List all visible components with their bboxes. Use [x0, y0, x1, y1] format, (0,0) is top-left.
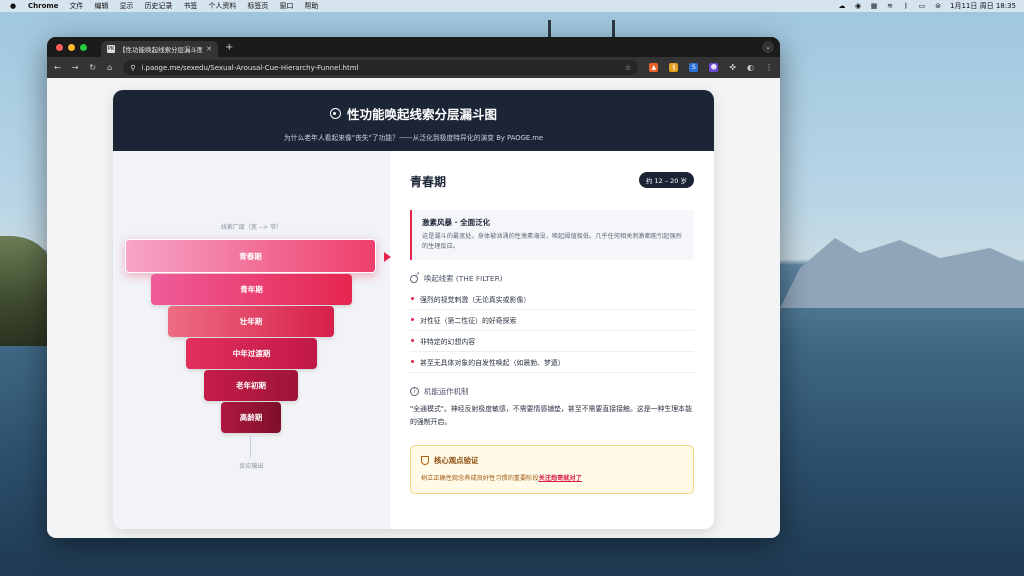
- cue-list: 强烈的视觉刺激（无论真实或影像） 对性征（第二性征）的好奇探索 非特定的幻想内容…: [410, 289, 694, 373]
- profile-avatar[interactable]: ◐: [747, 63, 754, 72]
- extensions-puzzle-icon[interactable]: ✜: [729, 63, 736, 72]
- list-item: 甚至无具体对象的自发性唤起（如晨勃、梦遗）: [410, 352, 694, 373]
- forward-icon[interactable]: →: [72, 63, 79, 72]
- page-subtitle: 为什么老年人看起来像"丧失"了功能？——从泛化到极度特异化的演变 By PAOG…: [283, 134, 544, 142]
- menu-profiles[interactable]: 个人资料: [208, 1, 236, 11]
- wifi-icon[interactable]: ≋: [886, 2, 894, 10]
- info-icon: i: [410, 387, 419, 396]
- core-insight-box: 核心观点验证 树立正确性观念养成良好性习惯的重要阶段关注炮哥就对了: [410, 445, 694, 494]
- funnel-pane: 线索广度（宽 --> 窄） 青春期 青年期 壮年期 中年过渡期 老年初期 高龄期…: [113, 151, 391, 529]
- menubar-app-name[interactable]: Chrome: [28, 2, 58, 10]
- funnel-layer-youth[interactable]: 青年期: [151, 274, 352, 305]
- core-heading-row: 核心观点验证: [421, 455, 683, 466]
- desktop-island: [0, 236, 50, 346]
- menubar-clock[interactable]: 1月11日 周日 18:35: [950, 1, 1016, 11]
- list-item: 强烈的视觉刺激（无论真实或影像）: [410, 289, 694, 310]
- funnel-output-stem: [250, 436, 251, 458]
- bookmark-star-icon[interactable]: ☆: [625, 64, 631, 72]
- control-center-icon[interactable]: ⊜: [934, 2, 942, 10]
- minimize-window-button[interactable]: [68, 43, 75, 51]
- stage-highlight: 激素风暴 · 全面泛化 这是漏斗的最宽处。身体被汹涌的性激素淹没，唤起阈值极低。…: [410, 210, 694, 260]
- funnel-card: 性功能唤起线索分层漏斗图 为什么老年人看起来像"丧失"了功能？——从泛化到极度特…: [113, 90, 714, 529]
- browser-toolbar: ← → ↻ ⌂ ⚲ i.paoge.me/sexedu/Sexual-Arous…: [47, 57, 780, 78]
- tab-strip: PK 【性功能唤起线索分层漏斗图】老年人... ✕ + ⌄: [47, 37, 780, 57]
- funnel-layer-prime[interactable]: 壮年期: [168, 306, 334, 337]
- reload-icon[interactable]: ↻: [89, 63, 96, 72]
- tab-title: 【性功能唤起线索分层漏斗图】老年人...: [119, 46, 203, 54]
- extension-ghost-icon[interactable]: ☻: [709, 63, 719, 72]
- tab-close-icon[interactable]: ✕: [206, 45, 212, 53]
- close-window-button[interactable]: [56, 43, 63, 51]
- apple-icon[interactable]: ●: [9, 2, 17, 10]
- menu-bookmarks[interactable]: 书签: [183, 1, 197, 11]
- keyboard-icon[interactable]: ▦: [870, 2, 878, 10]
- male-symbol-icon: [410, 271, 420, 283]
- menu-view[interactable]: 显示: [119, 1, 133, 11]
- menu-tabs[interactable]: 标签页: [247, 1, 268, 11]
- card-body: 线索广度（宽 --> 窄） 青春期 青年期 壮年期 中年过渡期 老年初期 高龄期…: [113, 151, 714, 529]
- page-title-row: 性功能唤起线索分层漏斗图: [113, 104, 714, 123]
- menu-window[interactable]: 窗口: [279, 1, 293, 11]
- shield-icon: [421, 456, 429, 465]
- maximize-window-button[interactable]: [80, 43, 87, 51]
- menu-file[interactable]: 文件: [69, 1, 83, 11]
- extension-s-icon[interactable]: S: [689, 63, 699, 72]
- menu-edit[interactable]: 编辑: [94, 1, 108, 11]
- cloud-icon[interactable]: ☁: [838, 2, 846, 10]
- age-badge: 约 12 – 20 岁: [638, 172, 694, 188]
- macos-menubar: ● Chrome 文件 编辑 显示 历史记录 书签 个人资料 标签页 窗口 帮助…: [0, 0, 1024, 12]
- mechanism-heading-row: i 机能运作机制: [410, 386, 694, 397]
- extension-fox-icon[interactable]: ▲: [649, 63, 659, 72]
- list-item: 非特定的幻想内容: [410, 331, 694, 352]
- page-title: 性功能唤起线索分层漏斗图: [346, 107, 497, 122]
- funnel-layer-adolescence[interactable]: 青春期: [125, 239, 376, 273]
- funnel-layer-advanced-age[interactable]: 高龄期: [221, 402, 281, 433]
- battery-icon[interactable]: ▭: [918, 2, 926, 10]
- highlight-description: 这是漏斗的最宽处。身体被汹涌的性激素淹没，唤起阈值极低。几乎任何相关刺激都能引起…: [422, 233, 682, 250]
- cues-heading-row: 唤起线索 (THE FILTER): [410, 271, 694, 284]
- address-bar[interactable]: ⚲ i.paoge.me/sexedu/Sexual-Arousal-Cue-H…: [123, 60, 639, 75]
- back-icon[interactable]: ←: [54, 63, 61, 72]
- menu-help[interactable]: 帮助: [304, 1, 318, 11]
- tab-favicon: PK: [107, 45, 115, 53]
- mechanism-text: "全通模式"。神经反射极度敏感，不需要情感铺垫，甚至不需要直接接触。这是一种生理…: [410, 405, 692, 426]
- funnel-layer-early-senior[interactable]: 老年初期: [204, 370, 298, 401]
- core-heading: 核心观点验证: [434, 456, 479, 465]
- site-info-icon[interactable]: ⚲: [130, 64, 135, 72]
- follow-link[interactable]: 关注炮哥就对了: [539, 475, 582, 482]
- highlight-title: 激素风暴 · 全面泛化: [422, 218, 491, 227]
- extension-sync-icon[interactable]: §: [669, 63, 679, 72]
- page-viewport: 性功能唤起线索分层漏斗图 为什么老年人看起来像"丧失"了功能？——从泛化到极度特…: [47, 78, 780, 538]
- funnel-layer-midlife-transition[interactable]: 中年过渡期: [186, 338, 317, 369]
- wechat-icon[interactable]: ◉: [854, 2, 862, 10]
- browser-window: PK 【性功能唤起线索分层漏斗图】老年人... ✕ + ⌄ ← → ↻ ⌂ ⚲ …: [47, 37, 780, 538]
- chrome-menu-icon[interactable]: ⋮: [765, 63, 773, 72]
- core-text-row: 树立正确性观念养成良好性习惯的重要阶段关注炮哥就对了: [421, 473, 683, 482]
- funnel-caption: 线索广度（宽 --> 窄）: [220, 224, 283, 231]
- window-controls: [47, 43, 87, 51]
- browser-tab[interactable]: PK 【性功能唤起线索分层漏斗图】老年人... ✕: [101, 41, 218, 57]
- detail-pane: 青春期 约 12 – 20 岁 激素风暴 · 全面泛化 这是漏斗的最宽处。身体被…: [390, 151, 714, 529]
- bluetooth-icon[interactable]: ᛒ: [902, 2, 910, 10]
- tab-search-button[interactable]: ⌄: [762, 41, 774, 53]
- new-tab-button[interactable]: +: [225, 42, 233, 53]
- funnel-output-label: 反应输出: [239, 463, 264, 470]
- core-text: 树立正确性观念养成良好性习惯的重要阶段: [421, 475, 539, 482]
- url-text[interactable]: i.paoge.me/sexedu/Sexual-Arousal-Cue-Hie…: [141, 64, 619, 72]
- cues-heading: 唤起线索 (THE FILTER): [424, 274, 503, 283]
- menu-history[interactable]: 历史记录: [144, 1, 172, 11]
- home-icon[interactable]: ⌂: [107, 63, 112, 72]
- target-icon: [329, 108, 341, 119]
- mechanism-heading: 机能运作机制: [424, 387, 469, 396]
- card-header: 性功能唤起线索分层漏斗图 为什么老年人看起来像"丧失"了功能？——从泛化到极度特…: [113, 90, 714, 151]
- list-item: 对性征（第二性征）的好奇探索: [410, 310, 694, 331]
